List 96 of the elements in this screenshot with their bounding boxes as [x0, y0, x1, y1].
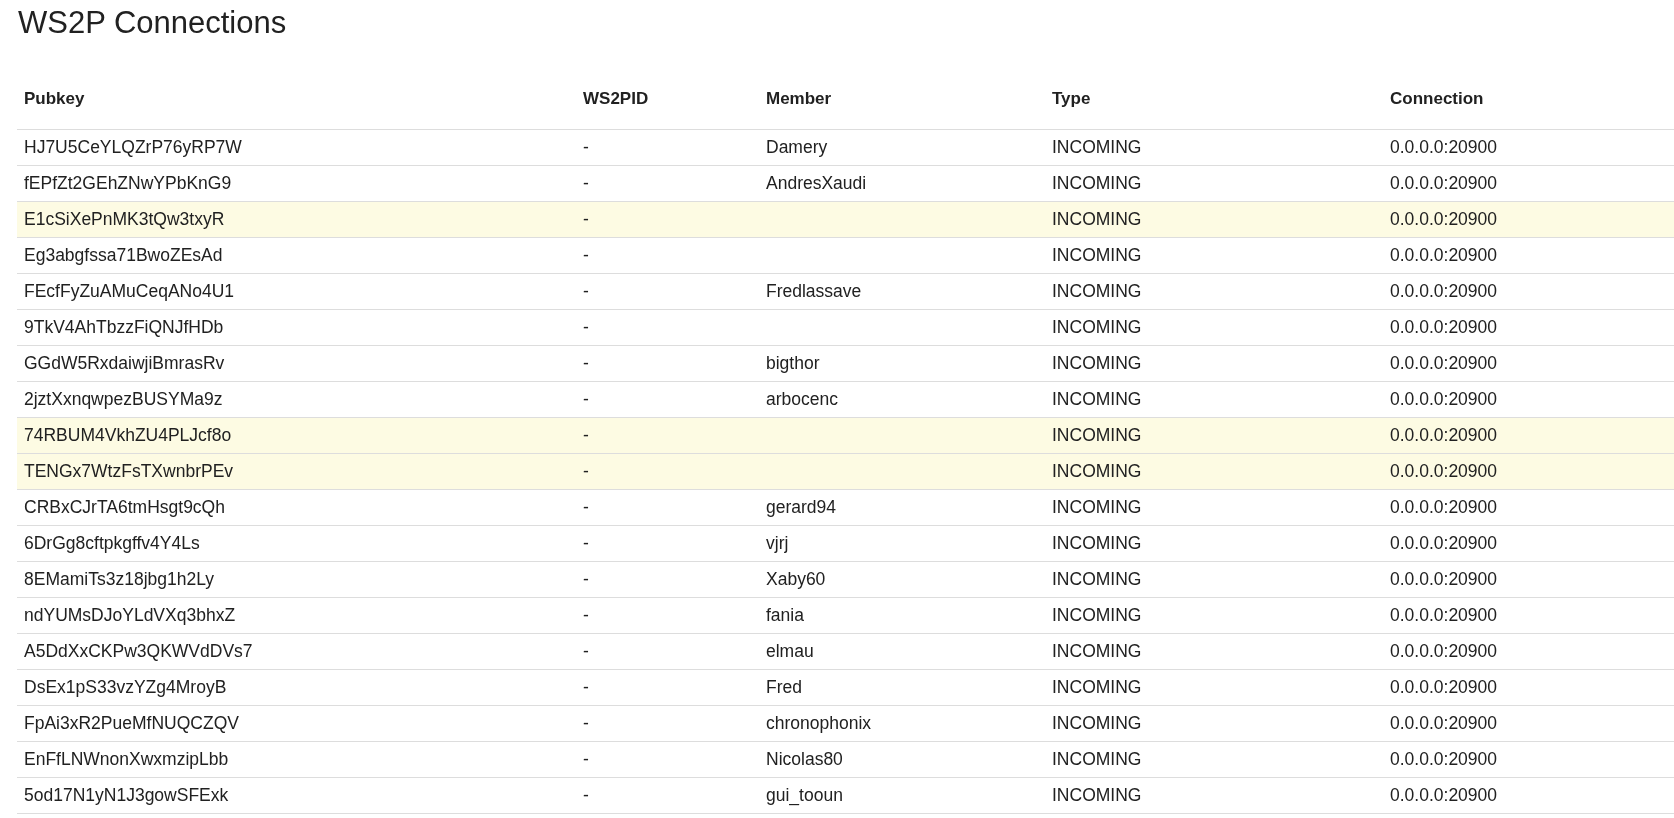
table-cell: -	[576, 705, 759, 742]
table-cell: 0.0.0.0:20900	[1383, 777, 1674, 814]
table-cell: INCOMING	[1045, 525, 1383, 562]
table-cell: 74RBUM4VkhZU4PLJcf8o	[17, 417, 576, 454]
table-cell: gui_tooun	[759, 777, 1045, 814]
table-cell: INCOMING	[1045, 633, 1383, 670]
table-cell: fania	[759, 597, 1045, 634]
table-cell: Fred	[759, 669, 1045, 706]
table-cell: INCOMING	[1045, 777, 1383, 814]
table-cell: 9TkV4AhTbzzFiQNJfHDb	[17, 309, 576, 346]
column-header: Member	[759, 64, 1045, 130]
table-cell: FpAi3xR2PueMfNUQCZQV	[17, 705, 576, 742]
table-cell: -	[576, 489, 759, 526]
table-cell: 0.0.0.0:20900	[1383, 201, 1674, 238]
table-cell: A5DdXxCKPw3QKWVdDVs7	[17, 633, 576, 670]
table-cell: INCOMING	[1045, 273, 1383, 310]
table-cell: 0.0.0.0:20900	[1383, 561, 1674, 598]
table-cell: INCOMING	[1045, 309, 1383, 346]
table-cell: 0.0.0.0:20900	[1383, 705, 1674, 742]
table-cell: Nicolas80	[759, 741, 1045, 778]
table-cell: 0.0.0.0:20900	[1383, 669, 1674, 706]
table-cell: -	[576, 633, 759, 670]
table-cell: INCOMING	[1045, 453, 1383, 490]
table-cell: elmau	[759, 633, 1045, 670]
table-cell: -	[576, 237, 759, 274]
table-cell: DsEx1pS33vzYZg4MroyB	[17, 669, 576, 706]
table-cell: ndYUMsDJoYLdVXq3bhxZ	[17, 597, 576, 634]
table-cell: gerard94	[759, 489, 1045, 526]
table-cell: -	[576, 561, 759, 598]
column-header: Connection	[1383, 64, 1674, 130]
table-cell: Fredlassave	[759, 273, 1045, 310]
table-cell: arbocenc	[759, 381, 1045, 418]
table-cell: -	[576, 453, 759, 490]
table-cell: -	[576, 165, 759, 202]
table-cell: INCOMING	[1045, 129, 1383, 166]
table-cell: 0.0.0.0:20900	[1383, 417, 1674, 454]
table-cell: -	[576, 345, 759, 382]
table-cell: -	[576, 273, 759, 310]
table-cell: 0.0.0.0:20900	[1383, 381, 1674, 418]
table-cell: GGdW5RxdaiwjiBmrasRv	[17, 345, 576, 382]
table-cell: -	[576, 669, 759, 706]
table-cell: -	[576, 777, 759, 814]
table-cell: 8EMamiTs3z18jbg1h2Ly	[17, 561, 576, 598]
table-cell: 0.0.0.0:20900	[1383, 345, 1674, 382]
table-cell: vjrj	[759, 525, 1045, 562]
table-cell: INCOMING	[1045, 165, 1383, 202]
table-cell: 0.0.0.0:20900	[1383, 597, 1674, 634]
table-cell: INCOMING	[1045, 741, 1383, 778]
table-cell: -	[576, 309, 759, 346]
table-cell: bigthor	[759, 345, 1045, 382]
table-cell: CRBxCJrTA6tmHsgt9cQh	[17, 489, 576, 526]
table-cell: INCOMING	[1045, 381, 1383, 418]
table-cell: INCOMING	[1045, 345, 1383, 382]
table-cell: 0.0.0.0:20900	[1383, 309, 1674, 346]
table-cell: INCOMING	[1045, 705, 1383, 742]
table-cell: -	[576, 417, 759, 454]
table-cell: -	[576, 597, 759, 634]
table-cell: 2jztXxnqwpezBUSYMa9z	[17, 381, 576, 418]
table-cell: INCOMING	[1045, 597, 1383, 634]
table-cell: chronophonix	[759, 705, 1045, 742]
table-cell: E1cSiXePnMK3tQw3txyR	[17, 201, 576, 238]
table-cell: -	[576, 381, 759, 418]
table-cell: 0.0.0.0:20900	[1383, 741, 1674, 778]
table-cell: INCOMING	[1045, 669, 1383, 706]
table-cell: 0.0.0.0:20900	[1383, 129, 1674, 166]
table-cell: HJ7U5CeYLQZrP76yRP7W	[17, 129, 576, 166]
table-cell: AndresXaudi	[759, 165, 1045, 202]
table-cell: 0.0.0.0:20900	[1383, 525, 1674, 562]
table-cell: INCOMING	[1045, 489, 1383, 526]
table-cell: INCOMING	[1045, 417, 1383, 454]
table-cell: 0.0.0.0:20900	[1383, 489, 1674, 526]
table-cell: 0.0.0.0:20900	[1383, 453, 1674, 490]
table-cell: -	[576, 201, 759, 238]
table-cell: 6DrGg8cftpkgffv4Y4Ls	[17, 525, 576, 562]
table-cell: Xaby60	[759, 561, 1045, 598]
table-cell: Eg3abgfssa71BwoZEsAd	[17, 237, 576, 274]
table-cell: 0.0.0.0:20900	[1383, 165, 1674, 202]
table-cell: -	[576, 741, 759, 778]
table-cell: 0.0.0.0:20900	[1383, 237, 1674, 274]
table-cell: FEcfFyZuAMuCeqANo4U1	[17, 273, 576, 310]
column-header: Type	[1045, 64, 1383, 130]
table-cell: fEPfZt2GEhZNwYPbKnG9	[17, 165, 576, 202]
table-cell: Damery	[759, 129, 1045, 166]
table-cell: -	[576, 525, 759, 562]
table-cell: 0.0.0.0:20900	[1383, 633, 1674, 670]
table-cell: 0.0.0.0:20900	[1383, 273, 1674, 310]
column-header: Pubkey	[17, 64, 576, 130]
table-cell: TENGx7WtzFsTXwnbrPEv	[17, 453, 576, 490]
table-cell: 5od17N1yN1J3gowSFExk	[17, 777, 576, 814]
table-cell: INCOMING	[1045, 561, 1383, 598]
column-header: WS2PID	[576, 64, 759, 130]
table-cell: EnFfLNWnonXwxmzipLbb	[17, 741, 576, 778]
page-title: WS2P Connections	[17, 4, 288, 42]
table-cell: INCOMING	[1045, 201, 1383, 238]
table-cell: -	[576, 129, 759, 166]
table-cell: INCOMING	[1045, 237, 1383, 274]
